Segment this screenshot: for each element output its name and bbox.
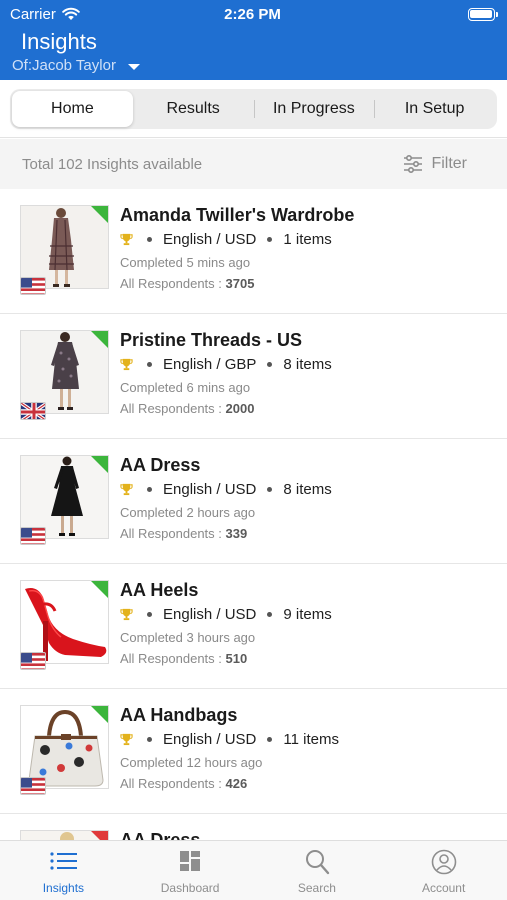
insight-title: AA Handbags — [120, 705, 238, 725]
language-currency: English / USD — [163, 481, 257, 498]
app-header: Carrier 2:26 PM Insights Of:Jacob Taylor — [0, 0, 507, 80]
nav-insights-label: Insights — [42, 881, 85, 895]
product-thumbnail — [20, 830, 109, 840]
trophy-icon — [120, 233, 133, 246]
insight-meta: English / USD 1 items — [120, 231, 332, 248]
item-count: 1 items — [283, 231, 332, 248]
user-selector-label: Of:Jacob Taylor — [12, 57, 116, 74]
insight-title: AA Heels — [120, 580, 199, 600]
filter-label: Filter — [431, 155, 467, 172]
status-corner-icon — [91, 331, 108, 348]
respondents-line: All Respondents : 426 — [120, 776, 247, 791]
nav-search-label: Search — [297, 881, 336, 895]
dashboard-icon — [180, 851, 201, 871]
list-item[interactable]: AA Heels English / USD 9 items Completed… — [0, 564, 507, 689]
us-flag-icon — [20, 527, 46, 545]
tab-in-setup[interactable]: In Setup — [374, 91, 495, 127]
respondents-line: All Respondents : 2000 — [120, 401, 254, 416]
insight-meta: English / USD 11 items — [120, 731, 339, 748]
nav-dashboard[interactable]: Dashboard — [127, 841, 254, 900]
status-corner-icon — [91, 706, 108, 723]
item-count: 8 items — [283, 356, 332, 373]
summary-bar: Total 102 Insights available Filter — [0, 139, 507, 189]
wifi-icon — [62, 7, 80, 20]
respondents-count: 3705 — [225, 276, 255, 291]
carrier-label: Carrier — [10, 5, 56, 23]
language-currency: English / GBP — [163, 356, 257, 373]
total-insights-text: Total 102 Insights available — [22, 155, 203, 173]
account-icon — [431, 849, 456, 875]
tab-results[interactable]: Results — [133, 91, 254, 127]
list-item[interactable]: Pristine Threads - US English / GBP 8 it… — [0, 314, 507, 439]
bottom-tab-bar: Insights Dashboard Search Account — [0, 840, 507, 900]
respondents-line: All Respondents : 510 — [120, 651, 247, 666]
nav-account-label: Account — [421, 881, 466, 895]
trophy-icon — [120, 608, 133, 621]
uk-flag-icon — [20, 402, 46, 420]
trophy-icon — [120, 358, 133, 371]
status-bar: Carrier 2:26 PM — [0, 0, 507, 28]
respondents-label: All Respondents : — [120, 401, 222, 416]
list-item[interactable]: Amanda Twiller's Wardrobe English / USD … — [0, 189, 507, 314]
trophy-icon — [120, 733, 133, 746]
insight-meta: English / USD 8 items — [120, 481, 332, 498]
us-flag-icon — [20, 652, 46, 670]
insight-meta: English / GBP 8 items — [120, 356, 332, 373]
status-corner-icon — [91, 456, 108, 473]
status-time: 2:26 PM — [224, 5, 281, 23]
tab-in-progress[interactable]: In Progress — [253, 91, 375, 127]
status-corner-icon — [91, 206, 108, 223]
nav-search[interactable]: Search — [254, 841, 381, 900]
user-selector[interactable]: Of:Jacob Taylor — [0, 57, 507, 74]
filter-button[interactable]: Filter — [403, 155, 467, 173]
us-flag-icon — [20, 277, 46, 295]
us-flag-icon — [20, 777, 46, 795]
battery-icon — [467, 7, 498, 21]
list-item[interactable]: AA Dress — [0, 814, 507, 840]
insight-title: Amanda Twiller's Wardrobe — [120, 205, 355, 225]
list-item[interactable]: AA Dress English / USD 8 items Completed… — [0, 439, 507, 564]
chevron-down-icon[interactable] — [127, 63, 140, 70]
respondents-label: All Respondents : — [120, 776, 222, 791]
completed-time: Completed 3 hours ago — [120, 630, 256, 645]
trophy-icon — [120, 483, 133, 496]
respondents-count: 339 — [225, 526, 248, 541]
respondents-label: All Respondents : — [120, 651, 222, 666]
status-corner-icon — [91, 831, 108, 840]
list-icon — [50, 852, 78, 870]
respondents-count: 426 — [225, 776, 248, 791]
completed-time: Completed 6 mins ago — [120, 380, 251, 395]
item-count: 11 items — [283, 731, 339, 748]
nav-dashboard-label: Dashboard — [160, 881, 220, 895]
insights-list: Amanda Twiller's Wardrobe English / USD … — [0, 189, 507, 840]
language-currency: English / USD — [163, 731, 257, 748]
language-currency: English / USD — [163, 606, 257, 623]
completed-time: Completed 12 hours ago — [120, 755, 263, 770]
tab-bar: Home Results In Progress In Setup — [0, 80, 507, 138]
segmented-control: Home Results In Progress In Setup — [10, 89, 497, 129]
item-count: 8 items — [283, 481, 332, 498]
search-icon — [305, 850, 330, 875]
completed-time: Completed 5 mins ago — [120, 255, 251, 270]
tab-home[interactable]: Home — [12, 91, 133, 127]
page-title: Insights — [21, 29, 97, 54]
respondents-count: 510 — [225, 651, 248, 666]
respondents-line: All Respondents : 339 — [120, 526, 247, 541]
insight-title: AA Dress — [120, 830, 201, 840]
item-count: 9 items — [283, 606, 332, 623]
respondents-label: All Respondents : — [120, 276, 222, 291]
list-item[interactable]: AA Handbags English / USD 11 items Compl… — [0, 689, 507, 814]
insight-title: AA Dress — [120, 455, 201, 475]
insight-meta: English / USD 9 items — [120, 606, 332, 623]
respondents-label: All Respondents : — [120, 526, 222, 541]
nav-account[interactable]: Account — [380, 841, 507, 900]
completed-time: Completed 2 hours ago — [120, 505, 256, 520]
respondents-line: All Respondents : 3705 — [120, 276, 254, 291]
insight-title: Pristine Threads - US — [120, 330, 303, 350]
nav-insights[interactable]: Insights — [0, 841, 127, 900]
status-corner-icon — [91, 581, 108, 598]
filter-sliders-icon — [404, 155, 423, 173]
respondents-count: 2000 — [225, 401, 255, 416]
language-currency: English / USD — [163, 231, 257, 248]
